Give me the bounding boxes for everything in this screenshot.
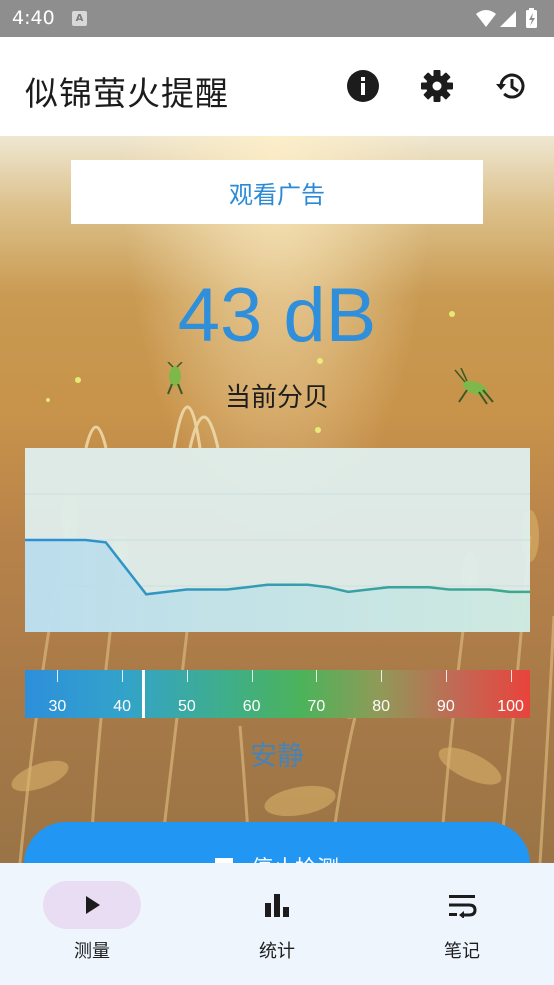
stop-detection-button[interactable]: 停止检测 [24, 822, 530, 863]
nav-icon-container [228, 881, 326, 929]
stop-button-label: 停止检测 [251, 851, 339, 863]
nav-item-statistics[interactable]: 统计 [185, 863, 369, 985]
scale-tick [251, 670, 253, 682]
nav-label-statistics: 统计 [259, 941, 295, 962]
bar-chart-icon [265, 894, 289, 917]
wrap-text-icon [449, 895, 477, 918]
nav-active-indicator [43, 881, 141, 929]
scale-label: 60 [242, 698, 261, 715]
battery-icon [526, 8, 537, 28]
info-icon [347, 70, 379, 102]
scale-tick [510, 670, 512, 682]
current-level-marker [141, 670, 145, 718]
scale-label: 90 [436, 698, 455, 715]
cricket-illustration-left [167, 362, 183, 395]
watch-ad-button[interactable]: 观看广告 [71, 160, 483, 224]
signal-icon [500, 11, 516, 27]
info-button[interactable] [344, 67, 382, 105]
scale-tick [186, 670, 188, 682]
nav-label-measure: 测量 [74, 941, 110, 962]
settings-button[interactable] [418, 67, 456, 105]
scale-tick [57, 670, 59, 682]
cricket-illustration-right [454, 368, 494, 405]
scale-tick [122, 670, 124, 682]
scale-label: 30 [48, 698, 67, 715]
decibel-reading: 43 dB [177, 273, 377, 358]
decibel-scale-bar: 30 40 50 60 70 80 90 100 [25, 670, 530, 718]
bottom-navigation: 测量 统计 笔记 [0, 863, 554, 985]
history-icon [496, 73, 525, 99]
status-time: 4:40 [12, 7, 55, 29]
noise-level-label: 安静 [250, 741, 304, 772]
history-button[interactable] [492, 67, 530, 105]
scale-label: 50 [177, 698, 196, 715]
scale-tick [445, 670, 447, 682]
decibel-history-chart [25, 448, 530, 632]
app-title: 似锦萤火提醒 [25, 74, 229, 113]
status-icons [476, 8, 537, 28]
gear-icon [421, 70, 453, 102]
play-icon [86, 896, 100, 914]
nav-icon-container [413, 881, 511, 929]
nav-item-measure[interactable]: 测量 [0, 863, 184, 985]
scale-tick [381, 670, 383, 682]
notification-icon: A [72, 11, 87, 26]
scale-label: 80 [372, 698, 390, 715]
app-bar: 似锦萤火提醒 [0, 37, 554, 136]
nav-label-notes: 笔记 [444, 941, 480, 962]
scale-label: 70 [307, 698, 326, 715]
nav-item-notes[interactable]: 笔记 [370, 863, 554, 985]
wifi-icon [476, 10, 496, 27]
main-content: 观看广告 43 dB 当前分贝 30405060708090100 [0, 136, 554, 863]
scale-tick [316, 670, 318, 682]
scale-label: 100 [497, 698, 524, 715]
scale-label: 40 [113, 698, 131, 715]
status-bar: 4:40 A [0, 0, 554, 37]
